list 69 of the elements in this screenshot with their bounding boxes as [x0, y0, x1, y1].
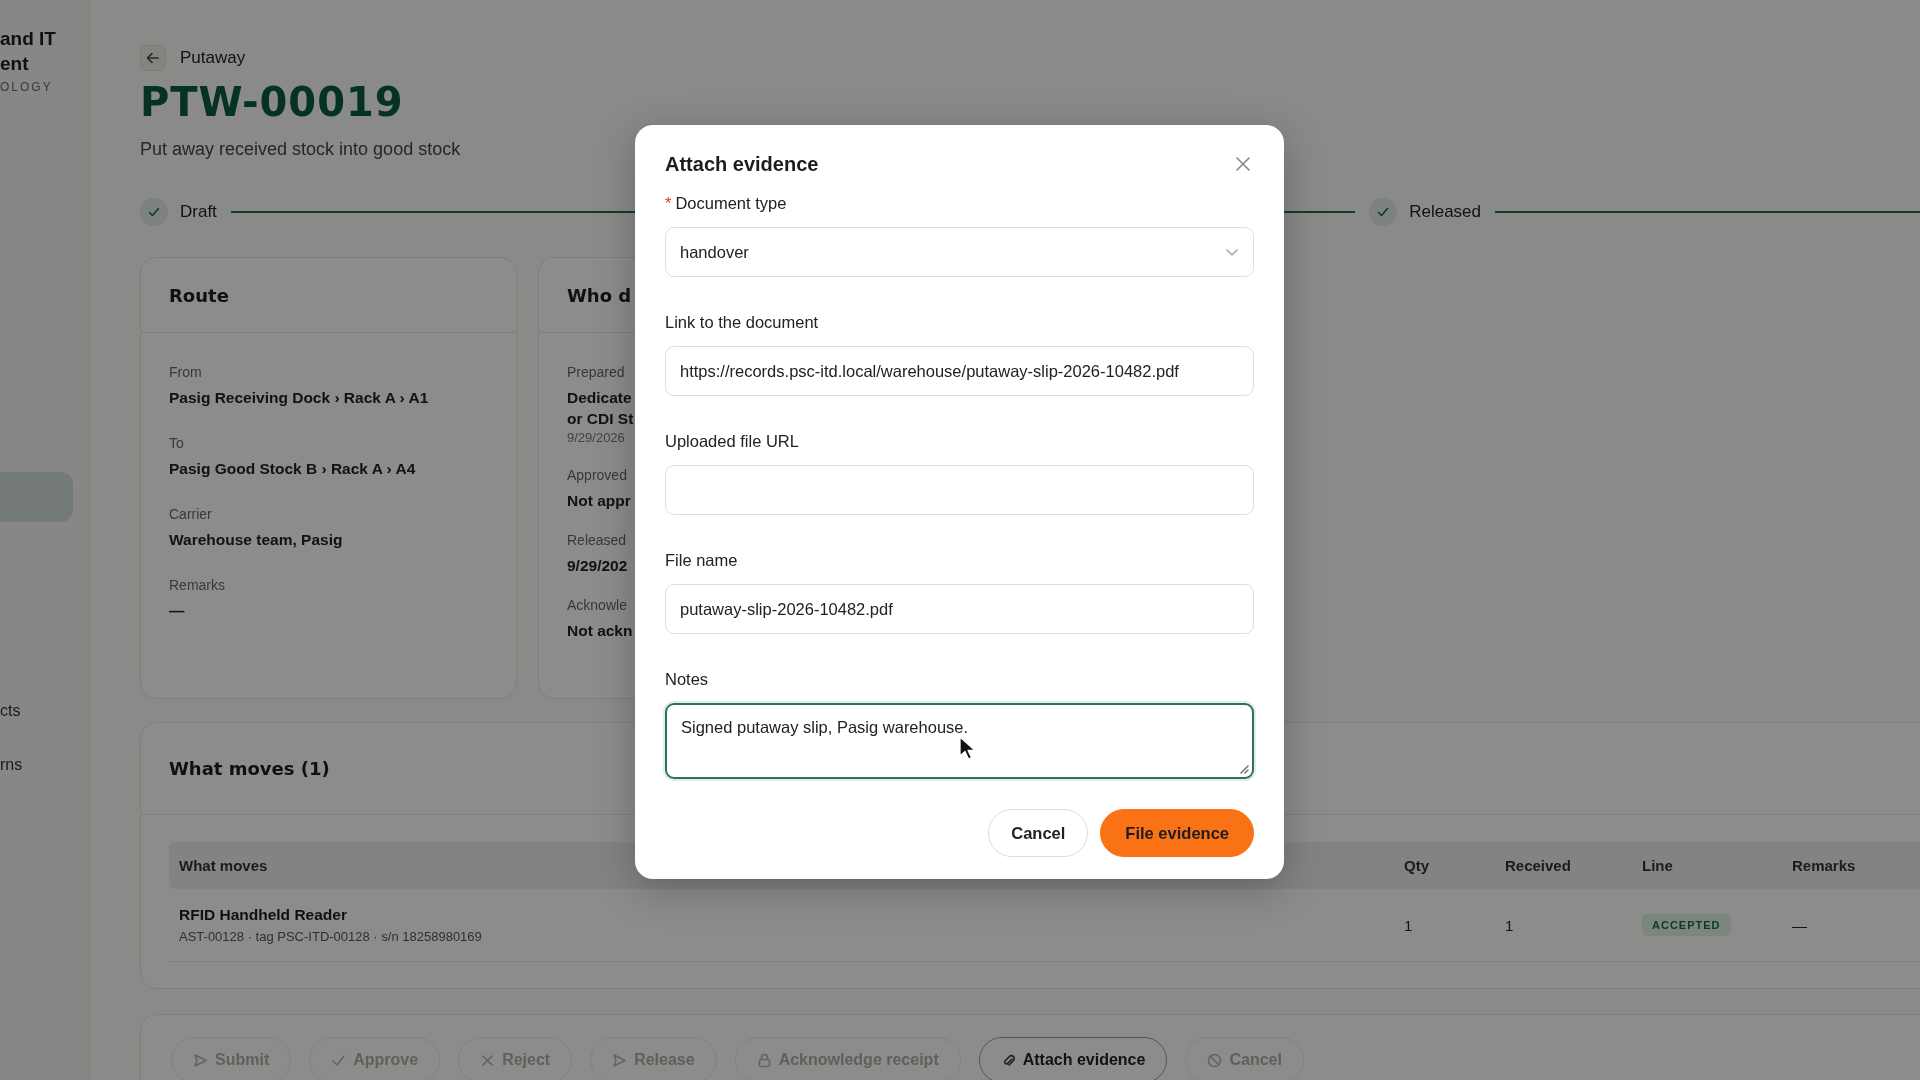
lock-icon	[756, 1052, 772, 1068]
item-detail: AST-00128 · tag PSC-ITD-00128 · s/n 18258980169	[179, 929, 483, 944]
field-value: 9/29/202	[567, 556, 629, 576]
send-icon	[193, 1052, 208, 1068]
column-header: Qty	[1403, 857, 1430, 874]
check-icon	[331, 1052, 347, 1068]
cancel-button[interactable]: Cancel	[988, 809, 1089, 857]
field-value: Not appr	[567, 491, 632, 511]
confirm-button[interactable]: File evidence	[1100, 809, 1254, 857]
back-arrow-icon	[146, 51, 160, 65]
field-label: Approved	[567, 466, 628, 484]
field-value: —	[169, 601, 186, 621]
field-label: From	[169, 363, 203, 381]
field-label: Carrier	[169, 505, 213, 523]
brand-tagline: OLOGY	[0, 80, 54, 94]
field-value: or CDI St	[567, 409, 635, 429]
column-header: What moves	[178, 857, 269, 874]
column-header: Received	[1504, 857, 1572, 874]
dropdown-field[interactable]: handover	[665, 227, 1254, 277]
close-icon	[480, 1052, 496, 1068]
field-value: Warehouse team, Pasig	[169, 530, 344, 550]
step-label: Draft	[180, 202, 217, 222]
field-label: To	[169, 434, 185, 452]
brand-name: and IT	[0, 27, 57, 51]
card-title: Route	[169, 284, 229, 306]
input-field[interactable]	[665, 465, 1254, 515]
action-button[interactable]: Attach evidence	[978, 1037, 1168, 1080]
breadcrumb: Putaway	[180, 48, 246, 68]
dialog-title: Attach evidence	[665, 152, 819, 176]
page-subtitle: Put away received stock into good stock	[140, 139, 462, 160]
send-icon	[612, 1052, 628, 1068]
table-cell-text: —	[1791, 916, 1808, 934]
back-button[interactable]	[140, 45, 166, 71]
ban-icon	[1207, 1052, 1223, 1068]
field-label: File name	[665, 550, 738, 570]
field-value: Pasig Receiving Dock › Rack A › A1	[169, 388, 430, 408]
card-title: Who d	[567, 284, 632, 306]
field-label: Link to the document	[665, 312, 819, 332]
input-field[interactable]: putaway-slip-2026-10482.pdf	[665, 584, 1254, 634]
field-label: Remarks	[169, 576, 226, 594]
field-label: Prepared	[567, 363, 626, 381]
field-label: Document type	[675, 193, 787, 213]
field-label: Released	[567, 531, 628, 549]
check-icon	[1376, 205, 1391, 219]
status-badge: ACCEPTED	[1642, 914, 1731, 936]
brand-name: ent	[0, 52, 30, 76]
close-icon	[1234, 155, 1252, 173]
check-icon	[147, 205, 161, 219]
table-cell-text: 1	[1504, 916, 1515, 934]
nav-item[interactable]: cts	[0, 686, 73, 736]
field-date: 9/29/2026	[567, 430, 626, 446]
text-area[interactable]: Signed putaway slip, Pasig warehouse.	[665, 703, 1254, 779]
field-value: Pasig Good Stock B › Rack A › A4	[169, 459, 417, 479]
card-title: What moves (1)	[169, 758, 330, 779]
field-value: Not ackn	[567, 621, 634, 641]
table-cell-text: 1	[1403, 916, 1414, 934]
nav-item[interactable]: rns	[0, 740, 73, 790]
column-header: Line	[1641, 857, 1674, 874]
step-label: Released	[1409, 202, 1481, 222]
field-label: Uploaded file URL	[665, 431, 799, 451]
field-value: Dedicate	[567, 388, 633, 408]
field-label: Notes	[665, 669, 709, 689]
required-mark: *	[665, 193, 672, 213]
field-label: Acknowle	[567, 596, 628, 614]
column-header: Remarks	[1791, 857, 1857, 874]
item-name: RFID Handheld Reader	[179, 906, 348, 924]
page-title: PTW-00019	[140, 78, 405, 127]
input-field[interactable]: https://records.psc-itd.local/warehouse/putaway-slip-2026-10482.pdf	[665, 346, 1254, 396]
resize-grip-icon	[1239, 764, 1249, 774]
